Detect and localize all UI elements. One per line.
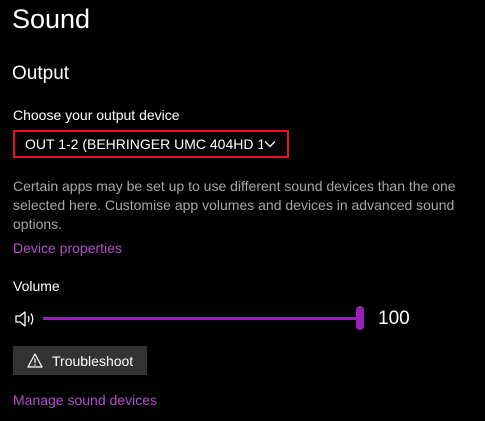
page-title: Sound bbox=[12, 4, 91, 34]
volume-slider[interactable] bbox=[43, 306, 364, 332]
output-device-selected-value: OUT 1-2 (BEHRINGER UMC 404HD 1... bbox=[25, 136, 263, 152]
troubleshoot-button-label: Troubleshoot bbox=[52, 352, 134, 369]
output-device-label: Choose your output device bbox=[13, 107, 180, 123]
chevron-down-icon bbox=[263, 139, 277, 149]
troubleshoot-button[interactable]: Troubleshoot bbox=[13, 346, 147, 375]
section-title-output: Output bbox=[12, 63, 70, 84]
volume-slider-thumb[interactable] bbox=[356, 306, 364, 330]
warning-icon bbox=[27, 353, 43, 369]
volume-label: Volume bbox=[13, 278, 60, 294]
volume-control: 100 bbox=[13, 306, 413, 332]
manage-sound-devices-link[interactable]: Manage sound devices bbox=[13, 391, 157, 409]
sound-settings-page: Sound Output Choose your output device O… bbox=[0, 0, 485, 421]
volume-slider-fill bbox=[43, 317, 364, 320]
output-device-dropdown[interactable]: OUT 1-2 (BEHRINGER UMC 404HD 1... bbox=[13, 130, 289, 158]
output-device-description: Certain apps may be set up to use differ… bbox=[13, 178, 456, 232]
speaker-icon[interactable] bbox=[15, 309, 37, 329]
volume-value: 100 bbox=[378, 308, 410, 329]
device-properties-link[interactable]: Device properties bbox=[13, 239, 122, 257]
